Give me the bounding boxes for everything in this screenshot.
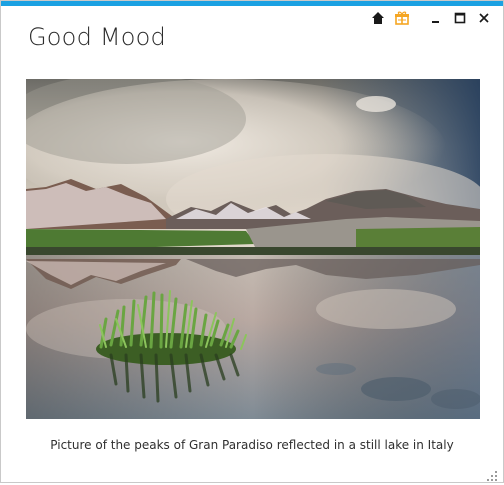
maximize-icon[interactable]: [451, 9, 469, 27]
minimize-icon[interactable]: [427, 9, 445, 27]
resize-grip-icon[interactable]: [487, 466, 497, 481]
home-icon[interactable]: [369, 9, 387, 27]
gran-paradiso-lake-image: [26, 79, 480, 419]
close-icon[interactable]: [475, 9, 493, 27]
gift-icon[interactable]: [393, 9, 411, 27]
image-caption: Picture of the peaks of Gran Paradiso re…: [50, 438, 454, 452]
landscape-photo: [26, 79, 480, 419]
app-window: Good Mood Picture of the peaks of Gran P…: [0, 0, 504, 483]
window-accent-bar: [1, 1, 503, 6]
window-title: Good Mood: [28, 23, 166, 51]
